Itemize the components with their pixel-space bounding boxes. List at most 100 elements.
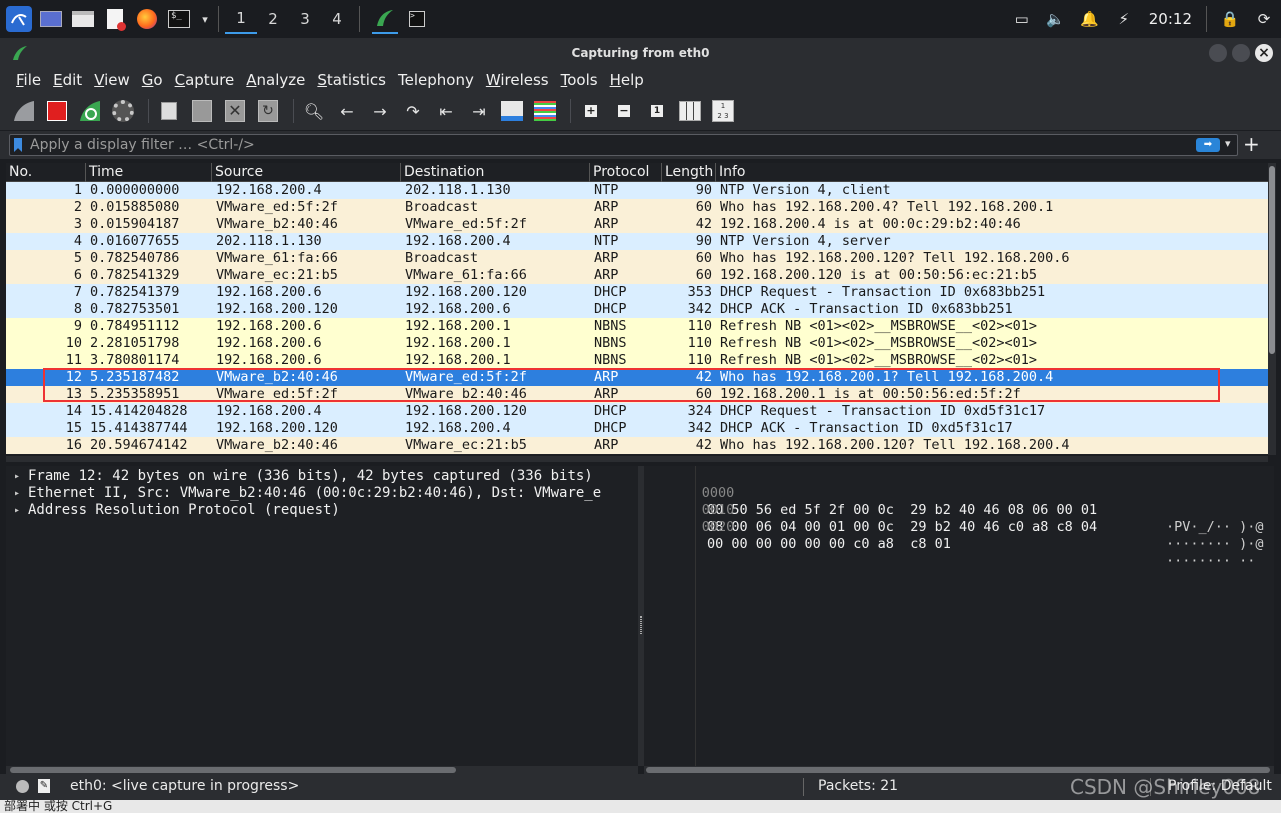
terminal-icon[interactable]: $_	[166, 6, 192, 32]
packet-row[interactable]: 13 5.235358951 VMware_ed:5f:2f VMware_b2:40…	[6, 386, 1268, 403]
pane-layout-icon[interactable]: 12 3	[709, 97, 737, 125]
menu-go[interactable]: Go	[142, 71, 163, 89]
bell-icon[interactable]: 🔔	[1077, 6, 1103, 32]
detail-row-frame[interactable]: ▸ Frame 12: 42 bytes on wire (336 bits), …	[6, 468, 638, 485]
column-header-protocol[interactable]: Protocol	[590, 163, 662, 182]
detail-row-ethernet[interactable]: ▸ Ethernet II, Src: VMware_b2:40:46 (00:0…	[6, 485, 638, 502]
menu-file[interactable]: File	[16, 71, 41, 89]
last-packet-icon[interactable]: ⇥	[465, 97, 493, 125]
text-editor-icon[interactable]	[102, 6, 128, 32]
detail-row-arp[interactable]: ▸ Address Resolution Protocol (request)	[6, 502, 638, 519]
expand-arrow-icon[interactable]: ▸	[6, 485, 28, 502]
maximize-button[interactable]	[1232, 44, 1250, 62]
bytes-scroll-thumb[interactable]	[646, 767, 1270, 773]
resize-columns-icon[interactable]	[676, 97, 704, 125]
bytes-row[interactable]: 0010 08 00 06 04 00 01 00 0c 29 b2 40 46…	[644, 485, 1274, 552]
bytes-row[interactable]: 0000 00 50 56 ed 5f 2f 00 0c 29 b2 40 46…	[644, 468, 1274, 535]
packet-row[interactable]: 10 2.281051798 192.168.200.6 192.168.200.1 N…	[6, 335, 1268, 352]
menu-statistics[interactable]: Statistics	[317, 71, 386, 89]
menu-analyze[interactable]: Analyze	[246, 71, 305, 89]
column-header-time[interactable]: Time	[86, 163, 212, 182]
packet-row[interactable]: 8 0.782753501 192.168.200.120 192.168.200.6…	[6, 301, 1268, 318]
menu-edit[interactable]: Edit	[53, 71, 82, 89]
wireshark-task-icon[interactable]	[372, 4, 398, 34]
colorize-icon[interactable]	[531, 97, 559, 125]
go-to-packet-icon[interactable]: ↷	[399, 97, 427, 125]
details-scroll-thumb[interactable]	[10, 767, 456, 773]
find-packet-search-icon[interactable]: 🔍︎	[300, 97, 328, 125]
logout-icon[interactable]: ⟳	[1251, 6, 1277, 32]
packet-row[interactable]: 3 0.015904187 VMware_b2:40:46 VMware_ed:5f:…	[6, 216, 1268, 233]
go-forward-arrow-icon[interactable]: →	[366, 97, 394, 125]
packet-row[interactable]: 1 0.000000000 192.168.200.4 202.118.1.130 NT…	[6, 182, 1268, 199]
terminal-task-icon[interactable]: >	[404, 6, 430, 32]
packet-row[interactable]: 7 0.782541379 192.168.200.6 192.168.200.120…	[6, 284, 1268, 301]
menu-tools[interactable]: Tools	[561, 71, 598, 89]
first-packet-icon[interactable]: ⇤	[432, 97, 460, 125]
menu-capture[interactable]: Capture	[175, 71, 235, 89]
column-header-no[interactable]: No.	[6, 163, 86, 182]
autoscroll-icon[interactable]	[498, 97, 526, 125]
volume-icon[interactable]: 🔈	[1043, 6, 1069, 32]
display-filter-input[interactable]	[30, 136, 1180, 154]
bytes-row[interactable]: 0020 00 00 00 00 00 00 c0 a8 c8 01 ·····…	[644, 502, 1274, 569]
packet-row[interactable]: 9 0.784951112 192.168.200.6 192.168.200.1 NB…	[6, 318, 1268, 335]
packet-list-horizontal-scrollbar[interactable]	[6, 456, 1268, 462]
stop-capture-icon[interactable]	[43, 97, 71, 125]
workspace-3[interactable]: 3	[289, 4, 321, 34]
packet-row[interactable]: 2 0.015885080 VMware_ed:5f:2f Broadcast ARP 6…	[6, 199, 1268, 216]
packet-row-selected[interactable]: 12 5.235187482 VMware_b2:40:46 VMware_ed:5f…	[6, 369, 1268, 386]
menu-telephony[interactable]: Telephony	[398, 71, 474, 89]
expand-arrow-icon[interactable]: ▸	[6, 502, 28, 519]
kali-menu-icon[interactable]	[6, 6, 32, 32]
normal-size-icon[interactable]: 1	[643, 97, 671, 125]
packet-row[interactable]: 15 15.414387744 192.168.200.120 192.168.200…	[6, 420, 1268, 437]
filter-history-chevron-down-icon[interactable]: ▾	[1225, 137, 1231, 150]
expand-arrow-icon[interactable]: ▸	[6, 468, 28, 485]
packet-row[interactable]: 4 0.016077655 202.118.1.130 192.168.200.4 NT…	[6, 233, 1268, 250]
firefox-icon[interactable]	[134, 6, 160, 32]
bookmark-icon[interactable]	[14, 138, 22, 152]
expert-info-status-icon[interactable]	[16, 780, 29, 793]
apply-filter-arrow-icon[interactable]: ➡	[1196, 138, 1220, 152]
column-header-source[interactable]: Source	[212, 163, 401, 182]
menu-wireless[interactable]: Wireless	[486, 71, 549, 89]
restart-capture-icon[interactable]	[76, 97, 104, 125]
workspace-2[interactable]: 2	[257, 4, 289, 34]
start-capture-icon[interactable]	[10, 97, 38, 125]
zoom-out-icon[interactable]: −	[610, 97, 638, 125]
save-file-icon[interactable]	[188, 97, 216, 125]
minimize-button[interactable]	[1209, 44, 1227, 62]
workspace-1[interactable]: 1	[225, 4, 257, 34]
window-titlebar[interactable]: Capturing from eth0 ×	[0, 38, 1281, 68]
lock-icon[interactable]: 🔒	[1217, 6, 1243, 32]
desktop-icon[interactable]	[38, 6, 64, 32]
clock[interactable]: 20:12	[1149, 10, 1192, 28]
column-header-destination[interactable]: Destination	[401, 163, 590, 182]
column-header-length[interactable]: Length	[662, 163, 716, 182]
chevron-down-icon[interactable]: ▾	[198, 6, 212, 32]
menu-view[interactable]: View	[94, 71, 130, 89]
packet-row[interactable]: 11 3.780801174 192.168.200.6 192.168.200.1 N…	[6, 352, 1268, 369]
go-back-arrow-icon[interactable]: ←	[333, 97, 361, 125]
close-file-icon[interactable]: ✕	[221, 97, 249, 125]
column-header-info[interactable]: Info	[716, 163, 1268, 182]
packet-list-scroll-thumb[interactable]	[1269, 166, 1275, 354]
open-file-icon[interactable]	[155, 97, 183, 125]
workspace-4[interactable]: 4	[321, 4, 353, 34]
capture-comment-edit-icon[interactable]: ✎	[38, 779, 50, 793]
capture-options-gear-icon[interactable]	[109, 97, 137, 125]
folder-icon[interactable]	[70, 6, 96, 32]
close-button[interactable]: ×	[1255, 44, 1273, 62]
display-icon[interactable]: ▭	[1009, 6, 1035, 32]
zoom-in-icon[interactable]: +	[577, 97, 605, 125]
packet-row[interactable]: 14 15.414204828 192.168.200.4 192.168.200.1…	[6, 403, 1268, 420]
packet-row[interactable]: 6 0.782541329 VMware_ec:21:b5 VMware_61:fa:…	[6, 267, 1268, 284]
packet-row[interactable]: 5 0.782540786 VMware_61:fa:66 Broadcast ARP 6…	[6, 250, 1268, 267]
power-icon[interactable]: ⚡	[1111, 6, 1137, 32]
reload-file-icon[interactable]: ↻	[254, 97, 282, 125]
add-filter-button-plus-icon[interactable]: +	[1243, 131, 1260, 157]
menu-help[interactable]: Help	[610, 71, 644, 89]
packet-row[interactable]: 16 20.594674142 VMware_b2:40:46 VMware_ec:2…	[6, 437, 1268, 454]
packet-list[interactable]: No. Time Source Destination Protocol Len…	[6, 163, 1268, 455]
